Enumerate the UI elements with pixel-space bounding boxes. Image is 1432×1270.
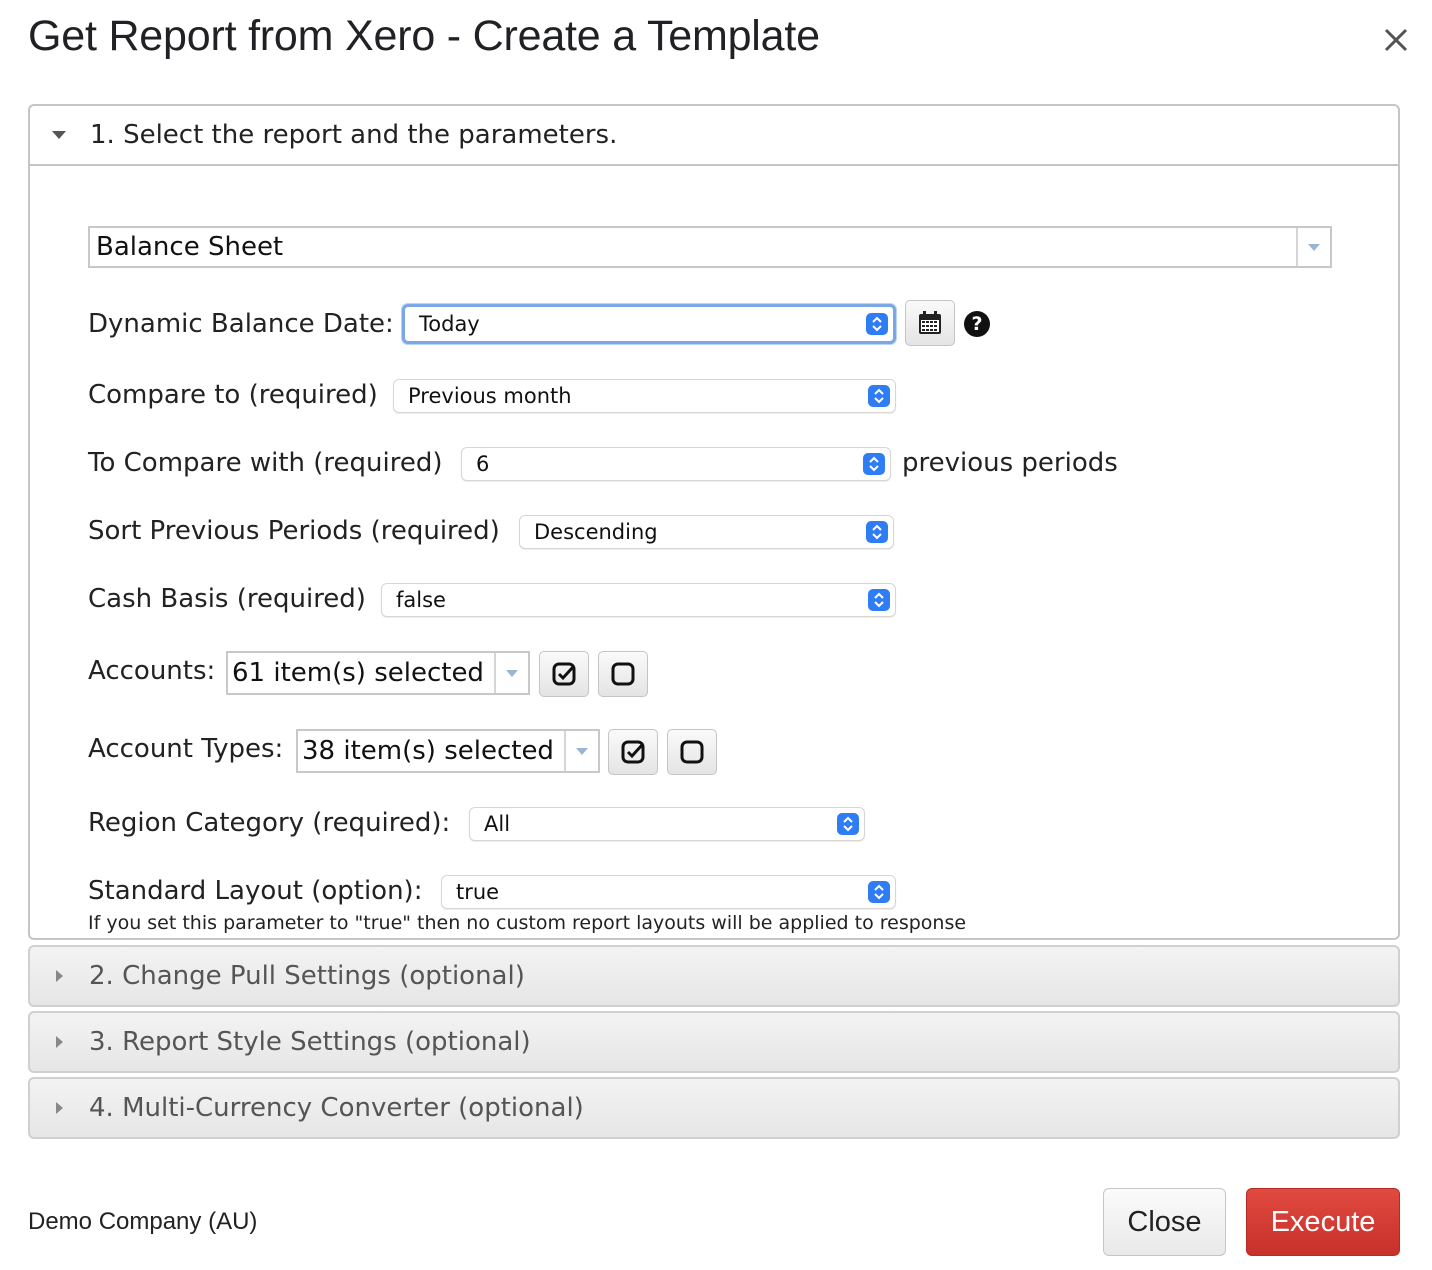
expand-triangle-icon — [56, 970, 63, 982]
compare-to-select[interactable]: Previous month — [393, 379, 896, 413]
empty-square-icon — [611, 662, 635, 686]
select-stepper-icon — [863, 453, 885, 475]
compare-with-select[interactable]: 6 — [461, 447, 891, 481]
expand-triangle-icon — [56, 1036, 63, 1048]
close-button[interactable]: Close — [1103, 1188, 1226, 1256]
accounts-multiselect[interactable]: 61 item(s) selected — [226, 651, 530, 695]
section-3-title: 3. Report Style Settings (optional) — [89, 1027, 531, 1057]
accounts-label: Accounts: — [88, 656, 216, 686]
region-select[interactable]: All — [469, 807, 865, 841]
standard-layout-note: If you set this parameter to "true" then… — [88, 912, 967, 934]
accounts-uncheck-all-button[interactable] — [598, 651, 648, 697]
collapse-triangle-icon — [52, 131, 66, 139]
help-icon[interactable]: ? — [964, 311, 990, 337]
standard-layout-label: Standard Layout (option): — [88, 876, 423, 906]
chevron-down-icon[interactable] — [1296, 228, 1330, 266]
close-icon[interactable] — [1376, 20, 1416, 60]
standard-layout-select[interactable]: true — [441, 875, 896, 909]
compare-with-suffix: previous periods — [902, 448, 1118, 478]
empty-square-icon — [680, 740, 704, 764]
report-select[interactable]: Balance Sheet — [88, 226, 1332, 268]
region-value: All — [484, 812, 511, 836]
section-4-title: 4. Multi-Currency Converter (optional) — [89, 1093, 584, 1123]
select-stepper-icon — [868, 881, 890, 903]
cash-basis-label: Cash Basis (required) — [88, 584, 366, 614]
account-types-value: 38 item(s) selected — [302, 736, 554, 766]
section-1-title: 1. Select the report and the parameters. — [90, 120, 618, 150]
account-types-label: Account Types: — [88, 734, 284, 764]
cash-basis-select[interactable]: false — [381, 583, 896, 617]
check-square-icon — [552, 662, 576, 686]
compare-with-value: 6 — [476, 452, 490, 476]
calendar-button[interactable] — [905, 300, 955, 346]
sort-periods-select[interactable]: Descending — [519, 515, 894, 549]
company-name: Demo Company (AU) — [28, 1208, 258, 1235]
accounts-value: 61 item(s) selected — [232, 658, 484, 688]
report-select-value: Balance Sheet — [96, 232, 284, 262]
select-stepper-icon — [866, 313, 888, 335]
chevron-down-icon[interactable] — [494, 653, 528, 693]
section-2-title: 2. Change Pull Settings (optional) — [89, 961, 525, 991]
expand-triangle-icon — [56, 1102, 63, 1114]
cash-basis-value: false — [396, 588, 446, 612]
select-stepper-icon — [866, 521, 888, 543]
sort-periods-label: Sort Previous Periods (required) — [88, 516, 500, 546]
compare-to-value: Previous month — [408, 384, 572, 408]
section-style-settings[interactable]: 3. Report Style Settings (optional) — [28, 1011, 1400, 1073]
section-pull-settings[interactable]: 2. Change Pull Settings (optional) — [28, 945, 1400, 1007]
accounts-check-all-button[interactable] — [539, 651, 589, 697]
select-stepper-icon — [837, 813, 859, 835]
calendar-icon — [919, 311, 941, 334]
compare-to-label: Compare to (required) — [88, 380, 378, 410]
region-label: Region Category (required): — [88, 808, 451, 838]
account-types-multiselect[interactable]: 38 item(s) selected — [296, 729, 600, 773]
standard-layout-value: true — [456, 880, 500, 904]
section-currency-converter[interactable]: 4. Multi-Currency Converter (optional) — [28, 1077, 1400, 1139]
sort-periods-value: Descending — [534, 520, 658, 544]
account-types-check-all-button[interactable] — [608, 729, 658, 775]
balance-date-value: Today — [419, 312, 480, 336]
chevron-down-icon[interactable] — [564, 731, 598, 771]
compare-with-label: To Compare with (required) — [88, 448, 443, 478]
execute-button[interactable]: Execute — [1246, 1188, 1400, 1256]
select-stepper-icon — [868, 385, 890, 407]
balance-date-label: Dynamic Balance Date: — [88, 309, 394, 339]
account-types-uncheck-all-button[interactable] — [667, 729, 717, 775]
section-1-header[interactable]: 1. Select the report and the parameters. — [30, 106, 1398, 166]
balance-date-select[interactable]: Today — [402, 304, 896, 344]
dialog-title: Get Report from Xero - Create a Template — [28, 12, 820, 60]
check-square-icon — [621, 740, 645, 764]
select-stepper-icon — [868, 589, 890, 611]
